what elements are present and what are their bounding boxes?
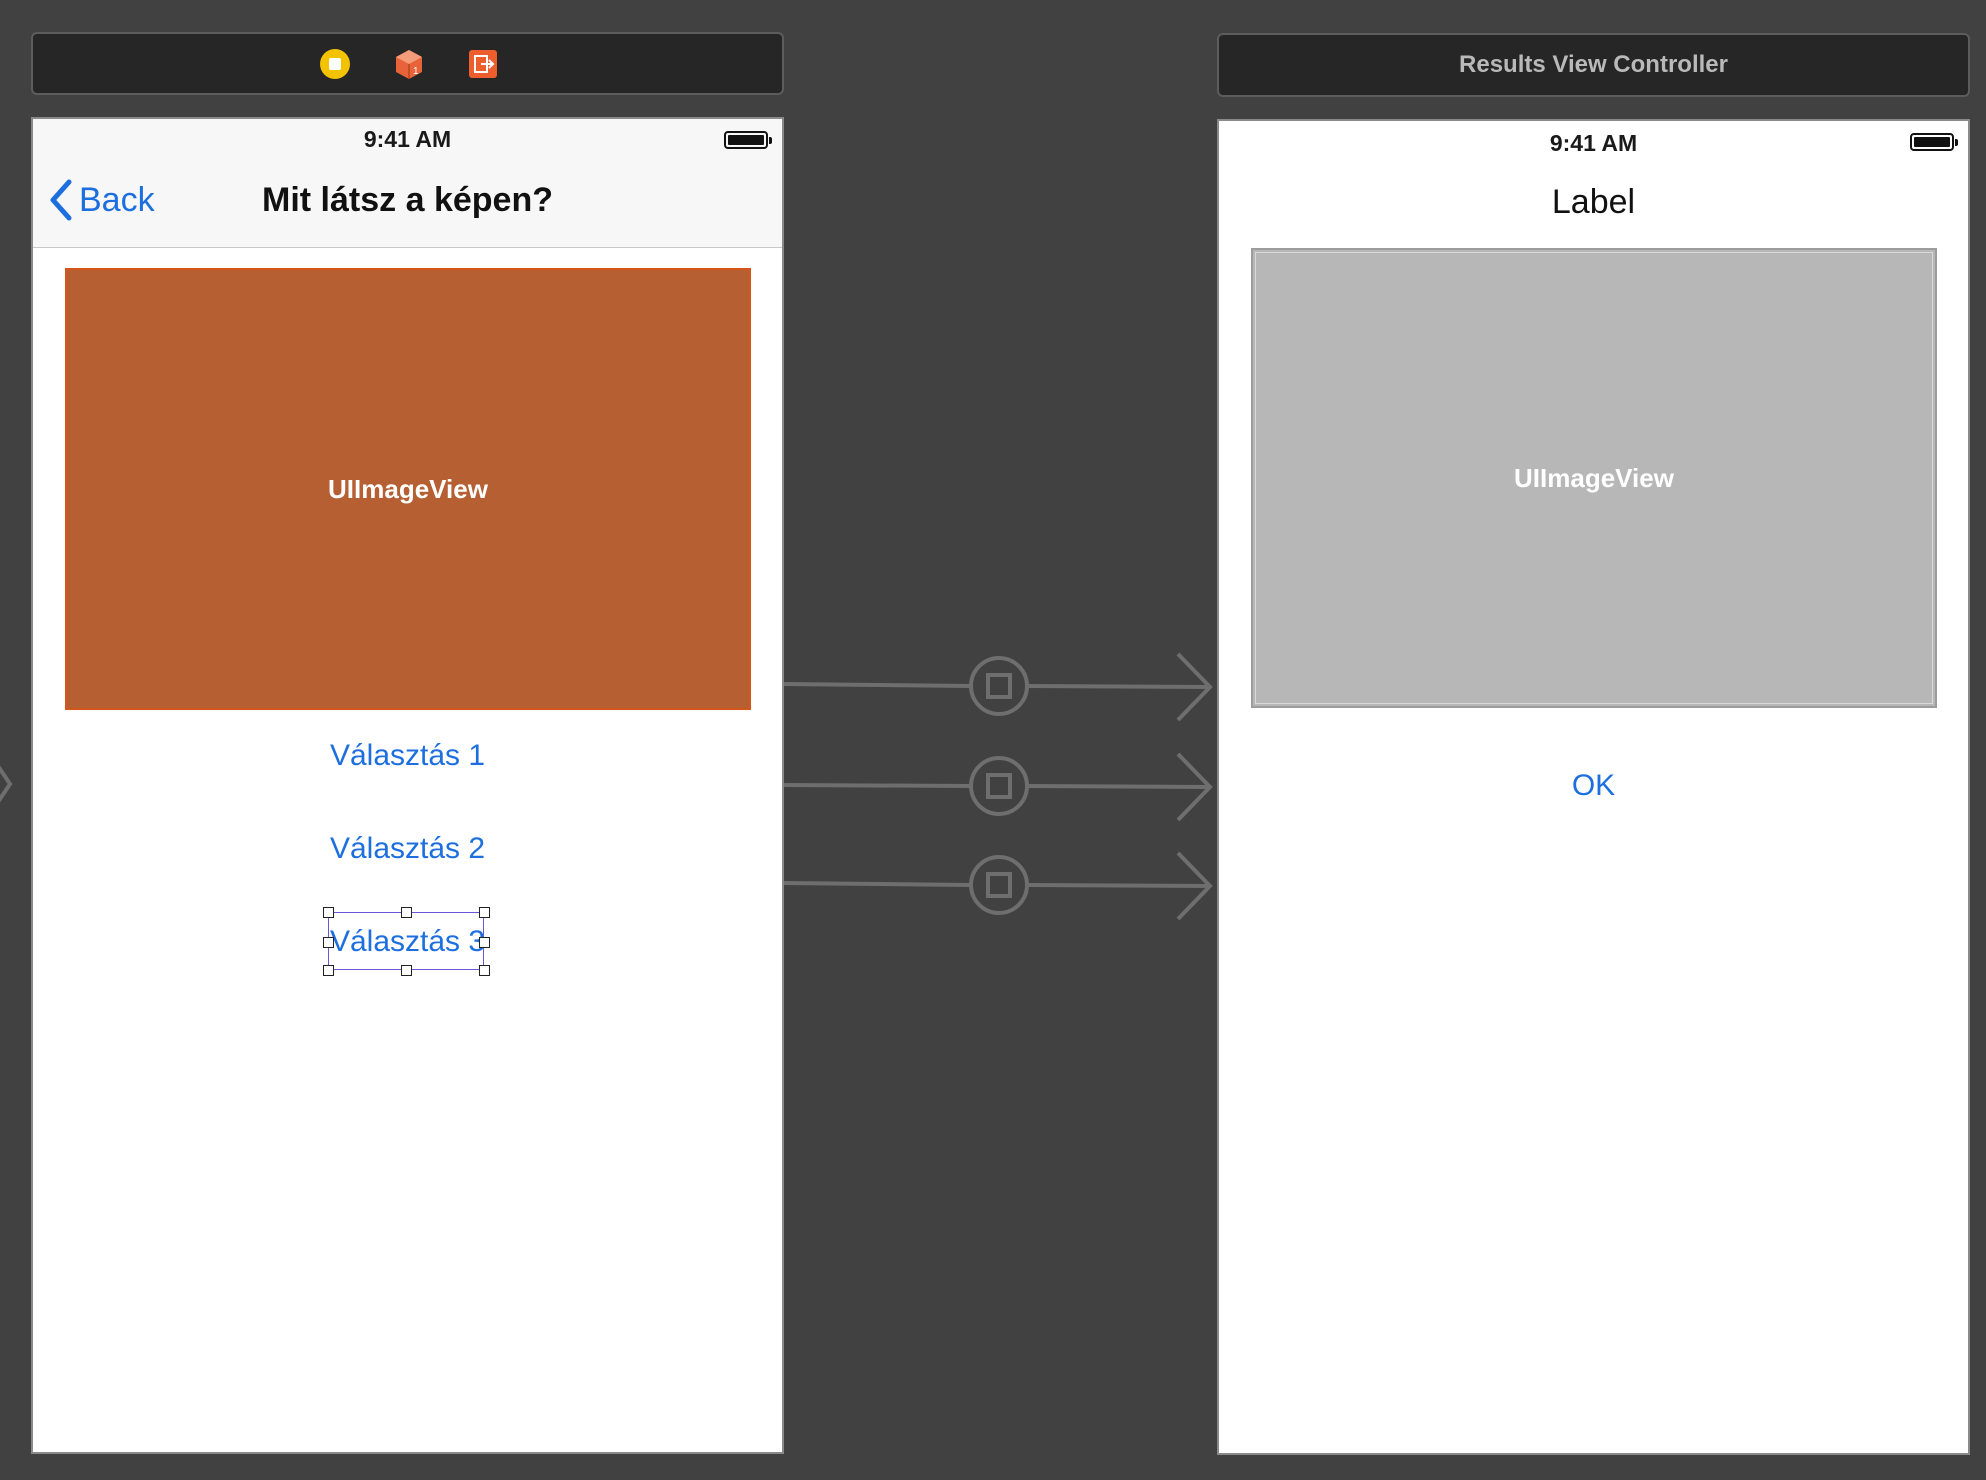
- selection-frame[interactable]: [328, 912, 484, 970]
- question-scene: 9:41 AM Back Mit látsz a képen? UIImageV…: [31, 117, 784, 1454]
- navigation-bar: 9:41 AM Back Mit látsz a képen?: [33, 119, 782, 248]
- question-image-view[interactable]: UIImageView: [65, 268, 751, 710]
- segue-3-icon: [969, 855, 1029, 915]
- resize-handle[interactable]: [401, 907, 412, 918]
- entry-arrow: [0, 765, 13, 803]
- image-view-label: UIImageView: [328, 473, 488, 504]
- segue-1-icon: [969, 656, 1029, 716]
- segue-2-icon: [969, 756, 1029, 816]
- battery-icon: [1910, 133, 1958, 151]
- ok-button[interactable]: OK: [1219, 769, 1968, 803]
- resize-handle[interactable]: [479, 907, 490, 918]
- resize-handle[interactable]: [323, 907, 334, 918]
- status-bar-time: 9:41 AM: [1549, 130, 1638, 156]
- result-label: Label: [1551, 183, 1636, 221]
- resize-handle[interactable]: [479, 965, 490, 976]
- resize-handle[interactable]: [323, 965, 334, 976]
- nav-title: Mit látsz a képen?: [262, 181, 553, 219]
- choice-2-button[interactable]: Választás 2: [33, 832, 782, 866]
- resize-handle[interactable]: [479, 937, 490, 948]
- resize-handle[interactable]: [323, 937, 334, 948]
- battery-icon: [724, 131, 772, 149]
- resize-handle[interactable]: [401, 965, 412, 976]
- choice-1-button[interactable]: Választás 1: [33, 739, 782, 773]
- results-scene: 9:41 AM Label UIImageView OK: [1217, 119, 1970, 1455]
- image-view-label: UIImageView: [1514, 462, 1674, 493]
- result-image-view[interactable]: UIImageView: [1251, 248, 1937, 708]
- status-bar-time: 9:41 AM: [363, 126, 452, 152]
